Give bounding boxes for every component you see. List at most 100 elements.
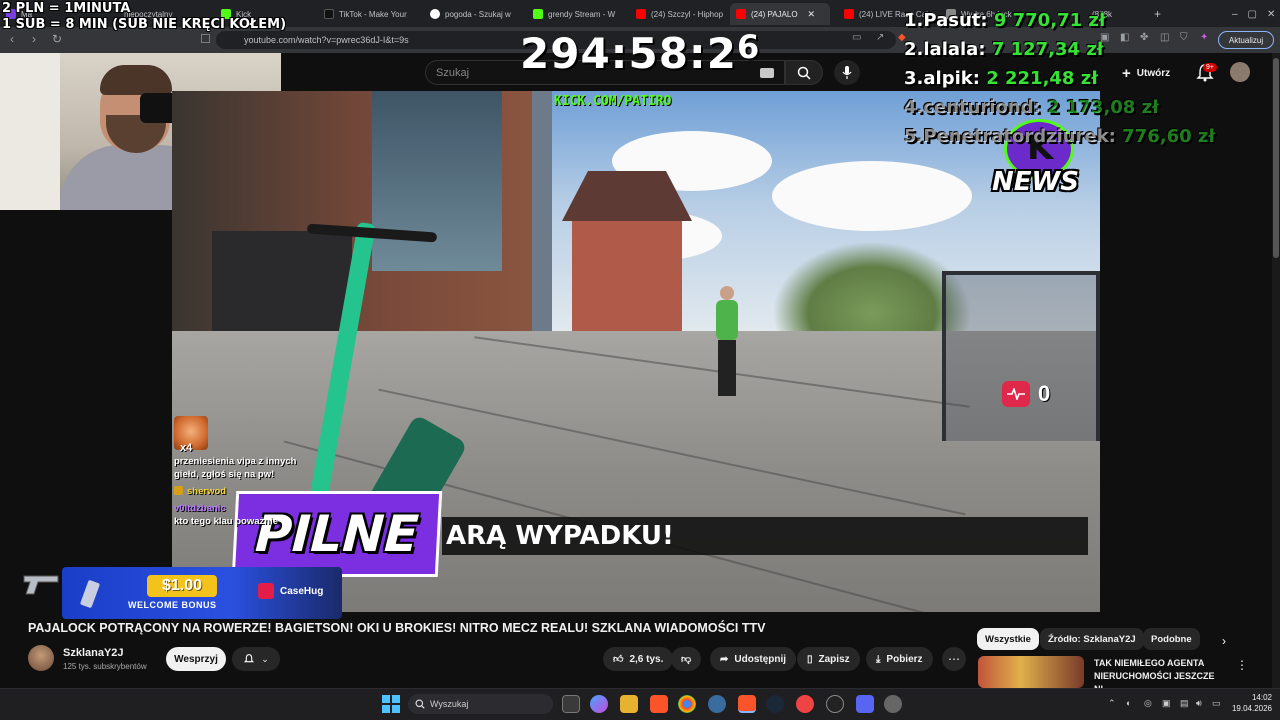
share-button[interactable]: ➦ Udostępnij [710, 647, 797, 671]
search-button[interactable] [785, 60, 823, 85]
obs-icon[interactable] [826, 695, 844, 713]
settings-gear-icon[interactable] [884, 695, 902, 713]
battery-icon[interactable]: ▭ [1212, 698, 1221, 709]
video-bus-shelter [942, 271, 1100, 441]
browser-tab-szczyl[interactable]: (24) Szczyl - Hiphop [630, 3, 730, 25]
close-tab-icon[interactable]: ✕ [808, 9, 816, 20]
leaderboard-row: 5.Penetratordziurek: 776,60 zł [904, 126, 1216, 147]
install-app-icon[interactable]: ▭ [852, 32, 861, 43]
channel-name[interactable]: SzklanaY2J [63, 647, 124, 659]
copilot-icon[interactable] [590, 695, 608, 713]
pavement-line [378, 388, 966, 516]
chevron-right-icon[interactable]: › [1222, 634, 1226, 648]
youtube-favicon-icon [636, 9, 646, 19]
video-player[interactable]: KICK.COM/PATIRO K NEWS 0 ARĄ WYPADKU! PI… [172, 91, 1100, 612]
heart-rate-widget: 0 [1002, 381, 1050, 407]
chat-username: sherwod [174, 485, 304, 498]
browser-tab-pogoda[interactable]: pogoda - Szukaj w [424, 3, 526, 25]
tray-chevron-up-icon[interactable]: ⌃ [1108, 698, 1116, 709]
account-avatar[interactable] [1230, 62, 1250, 82]
browser-tab-grendy[interactable]: grendy Stream - W [527, 3, 629, 25]
brave-browser-active-icon[interactable] [738, 695, 756, 713]
forward-icon[interactable]: › [32, 32, 36, 46]
save-button[interactable]: ▯ Zapisz [797, 647, 860, 671]
like-button[interactable]: 👍︎ 2,6 tys. [603, 647, 674, 671]
chip-source[interactable]: Źródło: SzklanaY2J [1040, 628, 1144, 650]
pistol-icon [23, 575, 59, 595]
sponsor-banner[interactable]: $1.00 WELCOME BONUS CaseHug [62, 567, 342, 619]
leaderboard-row: 1.Pasut: 9 770,71 zł [904, 10, 1106, 31]
tray-app-icon[interactable]: ◐ [1126, 698, 1131, 708]
more-vertical-icon[interactable]: ⋮ [1236, 658, 1248, 672]
microphone-icon [842, 65, 852, 79]
file-explorer-icon[interactable] [620, 695, 638, 713]
more-actions-button[interactable]: ⋯ [942, 647, 966, 671]
window-controls[interactable]: –▢✕ [1226, 3, 1276, 25]
keyboard-icon[interactable] [760, 68, 774, 78]
tray-app-icon[interactable]: ▣ [1162, 698, 1171, 709]
youtube-favicon-icon [844, 9, 854, 19]
sponsor-brand: CaseHug [258, 583, 323, 599]
kick-url-overlay: KICK.COM/PATIRO [554, 94, 672, 109]
back-icon[interactable]: ‹ [10, 32, 14, 46]
chrome-icon[interactable] [678, 695, 696, 713]
app-icon[interactable] [708, 695, 726, 713]
thumbs-down-icon: 👎︎ [681, 654, 692, 665]
sub-badge-icon [174, 486, 183, 495]
discord-icon[interactable] [856, 695, 874, 713]
dislike-button[interactable]: 👎︎ [671, 647, 702, 671]
leaderboard-row: 3.alpik: 2 221,48 zł [904, 68, 1098, 89]
kick-favicon-icon [533, 9, 543, 19]
taskbar-search-input[interactable]: Wyszukaj [408, 694, 553, 714]
subscription-bell-button[interactable]: ⌄ [232, 647, 280, 671]
chat-username: v0ltdzbanic [174, 503, 226, 514]
bookmark-icon[interactable]: ☐ [200, 32, 211, 46]
steam-icon[interactable] [766, 695, 784, 713]
news-ticker: ARĄ WYPADKU! [442, 517, 1088, 555]
update-browser-button[interactable]: Aktualizuj [1218, 31, 1274, 49]
support-button[interactable]: Wesprzyj [166, 647, 226, 671]
bonus-amount: $1.00 [147, 575, 217, 597]
download-button[interactable]: ⤓ Pobierz [866, 647, 933, 671]
heart-rate-count: 0 [1038, 381, 1051, 406]
channel-subscribers: 125 tys. subskrybentów [63, 662, 147, 671]
recommended-video-thumbnail[interactable] [978, 656, 1084, 688]
windows-start-icon[interactable] [382, 695, 400, 713]
donation-rate-line: 2 PLN = 1MINUTA [2, 1, 131, 16]
streamer-hair [100, 65, 172, 95]
reload-icon[interactable]: ↻ [52, 32, 62, 46]
browser-tab-tiktok[interactable]: TikTok - Make Your [318, 3, 423, 25]
video-title: PAJALOCK POTRĄCONY NA ROWERZE! BAGIETSON… [28, 621, 766, 635]
chat-message: przeniesienia vipa z innych giełd, zgłoś… [174, 456, 297, 480]
leaderboard-row: 2.lalala: 7 127,34 zł [904, 39, 1104, 60]
heart-rate-icon [1002, 381, 1030, 407]
pedestrian-head [720, 286, 734, 300]
system-clock[interactable]: 14:02 19.04.2026 [1228, 692, 1272, 714]
youtube-favicon-icon [736, 9, 746, 19]
chip-related[interactable]: Podobne [1143, 628, 1200, 650]
volume-icon[interactable]: 🔊︎ [1196, 698, 1202, 709]
google-favicon-icon [430, 9, 440, 19]
share-page-icon[interactable]: ↗ [876, 32, 884, 43]
download-icon: ⤓ [876, 653, 881, 665]
search-icon [797, 66, 811, 80]
chat-overlay: x4 przeniesienia vipa z innych giełd, zg… [174, 416, 304, 528]
voice-search-button[interactable] [834, 60, 860, 85]
pedestrian-legs [718, 340, 736, 396]
leaderboard-row: 4.centuriond: 2 173,08 zł [904, 97, 1159, 118]
browser-tab-active[interactable]: (24) PAJALO ✕ [730, 3, 830, 25]
tiktok-favicon-icon [324, 9, 334, 19]
task-view-icon[interactable] [562, 695, 580, 713]
taskbar [0, 688, 1280, 720]
channel-avatar[interactable] [28, 645, 54, 671]
subathon-timer: 294:58:26 [520, 28, 760, 78]
webcam-background-window [0, 53, 60, 210]
app-red-icon[interactable] [796, 695, 814, 713]
chip-all[interactable]: Wszystkie [977, 628, 1039, 650]
scrollbar-thumb[interactable] [1273, 58, 1279, 258]
tray-app-icon[interactable]: ◎ [1144, 698, 1152, 709]
network-icon[interactable]: ▤ [1180, 698, 1189, 709]
brave-browser-icon[interactable] [650, 695, 668, 713]
building-glass [372, 91, 502, 271]
donation-rate-overlay: 2 PLN = 1MINUTA 1 SUB = 8 MIN (SUB NIE K… [2, 1, 286, 33]
